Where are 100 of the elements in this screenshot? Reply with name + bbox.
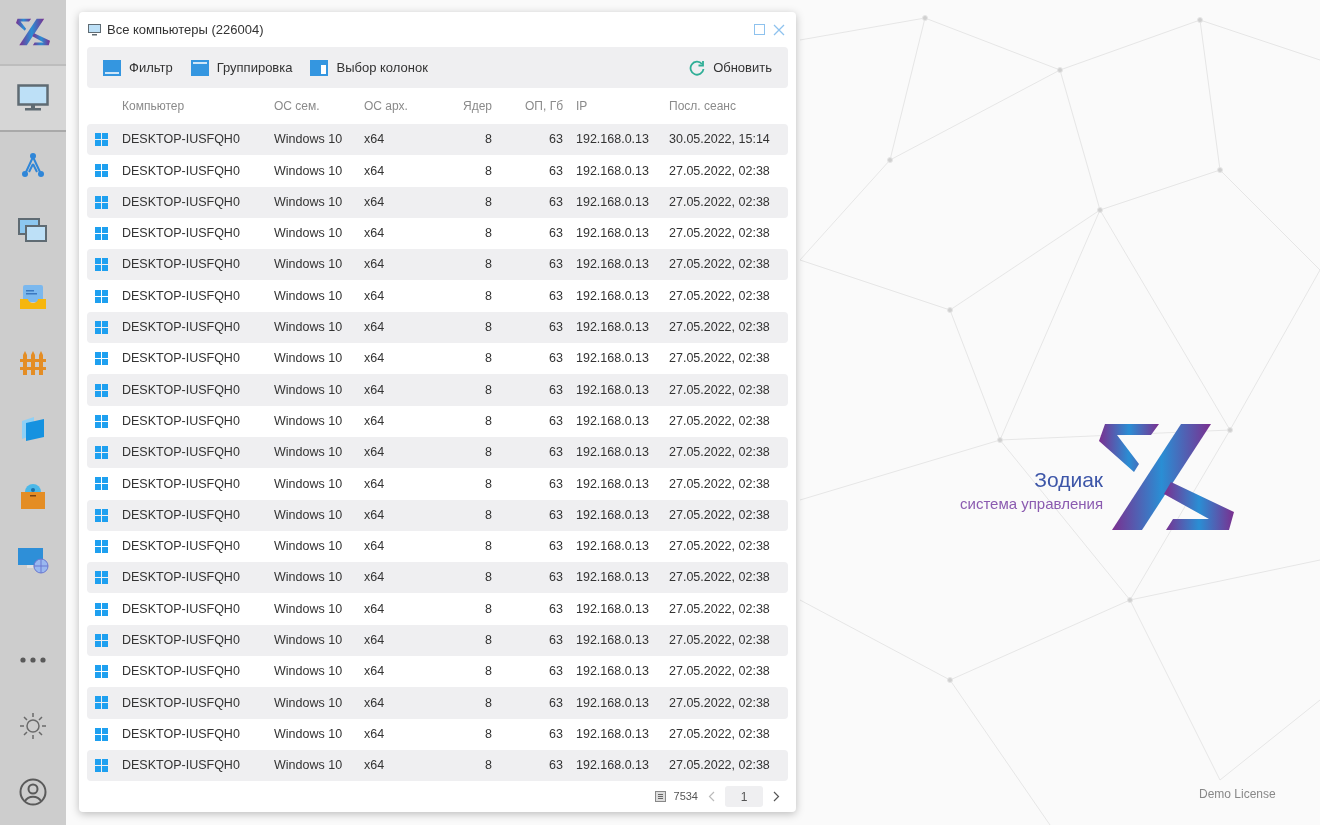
- table-cell-text: x64: [363, 725, 386, 743]
- table-cell-text: x64: [363, 225, 386, 243]
- toolbar-button[interactable]: Фильтр: [103, 57, 173, 78]
- column-header[interactable]: ОС арх.: [355, 97, 435, 115]
- windows-logo-icon: [94, 289, 108, 303]
- table-cell-text: 27.05.2022, 02:38: [668, 256, 771, 274]
- sidebar-item[interactable]: [0, 66, 66, 132]
- more-icon: [20, 657, 46, 663]
- column-header[interactable]: IP: [567, 97, 665, 115]
- table-cell-text: x64: [363, 350, 386, 368]
- column-header[interactable]: Ядер: [435, 97, 496, 115]
- previous-page-button[interactable]: [706, 791, 717, 803]
- table-row[interactable]: DESKTOP-IUSFQH0 Windows 10 x64 8 63 192.168.0.13 27.05.2022, 02:38: [87, 593, 788, 625]
- table-cell-text: 27.05.2022, 02:38: [668, 162, 771, 180]
- table-row[interactable]: DESKTOP-IUSFQH0 Windows 10 x64 8 63 192.168.0.13 27.05.2022, 02:38: [87, 436, 788, 469]
- table-cell-text: Windows 10: [273, 475, 344, 493]
- panel-icon: [103, 59, 121, 76]
- table-cell-text: 30.05.2022, 15:14: [668, 131, 771, 149]
- table-cell-text: 63: [548, 319, 564, 337]
- windows-logo-icon: [94, 133, 108, 147]
- table-cell-text: 192.168.0.13: [575, 694, 650, 712]
- table-cell-text: 8: [484, 569, 493, 587]
- table-row[interactable]: DESKTOP-IUSFQH0 Windows 10 x64 8 63 192.168.0.13 27.05.2022, 02:38: [87, 311, 788, 344]
- table-cell-text: DESKTOP-IUSFQH0: [121, 600, 241, 618]
- table-cell-text: DESKTOP-IUSFQH0: [121, 632, 241, 649]
- table-cell-text: DESKTOP-IUSFQH0: [121, 131, 241, 149]
- maximize-button[interactable]: [752, 22, 766, 37]
- table-cell-text: 8: [484, 287, 493, 305]
- table-cell-text: 192.168.0.13: [575, 600, 650, 618]
- app-logo: [16, 18, 50, 46]
- table-cell-text: 27.05.2022, 02:38: [668, 725, 771, 743]
- table-cell-text: 27.05.2022, 02:38: [668, 412, 771, 430]
- column-header[interactable]: Посл. сеанс: [665, 97, 788, 115]
- table-row[interactable]: DESKTOP-IUSFQH0 Windows 10 x64 8 63 192.168.0.13 27.05.2022, 02:38: [87, 186, 788, 218]
- table-row[interactable]: DESKTOP-IUSFQH0 Windows 10 x64 8 63 192.168.0.13 27.05.2022, 02:38: [87, 562, 788, 594]
- table-cell-text: 63: [548, 632, 564, 649]
- table-cell-text: 27.05.2022, 02:38: [668, 350, 771, 368]
- columns-icon: [310, 59, 329, 76]
- column-header[interactable]: Компьютер: [113, 97, 265, 115]
- table-cell-text: DESKTOP-IUSFQH0: [121, 381, 241, 399]
- table-row[interactable]: DESKTOP-IUSFQH0 Windows 10 x64 8 63 192.168.0.13 27.05.2022, 02:38: [87, 343, 788, 375]
- table-row[interactable]: DESKTOP-IUSFQH0 Windows 10 x64 8 63 192.168.0.13 27.05.2022, 02:38: [87, 405, 788, 437]
- refresh-button[interactable]: Обновить: [689, 57, 772, 78]
- table-cell-text: DESKTOP-IUSFQH0: [121, 694, 241, 712]
- toolbar-button[interactable]: Группировка: [190, 57, 293, 78]
- table-row[interactable]: DESKTOP-IUSFQH0 Windows 10 x64 8 63 192.168.0.13 27.05.2022, 02:38: [87, 468, 788, 500]
- table-cell-text: 27.05.2022, 02:38: [668, 287, 771, 305]
- page-field[interactable]: 1: [725, 786, 763, 808]
- table-cell-text: 63: [548, 725, 564, 743]
- table-cell-text: 63: [548, 287, 564, 305]
- table-cell-text: 27.05.2022, 02:38: [668, 538, 771, 556]
- toolbar-button[interactable]: Выбор колонок: [310, 57, 428, 78]
- table-row[interactable]: DESKTOP-IUSFQH0 Windows 10 x64 8 63 192.168.0.13 27.05.2022, 02:38: [87, 656, 788, 688]
- table-row[interactable]: DESKTOP-IUSFQH0 Windows 10 x64 8 63 192.168.0.13 27.05.2022, 02:38: [87, 499, 788, 531]
- table-cell-text: 8: [484, 757, 493, 775]
- license-label: Demo License: [1199, 786, 1276, 803]
- table-cell-text: 192.168.0.13: [575, 663, 650, 681]
- table-cell-text: 192.168.0.13: [575, 538, 650, 556]
- table-cell-text: Windows 10: [273, 381, 344, 399]
- table-row[interactable]: DESKTOP-IUSFQH0 Windows 10 x64 8 63 192.168.0.13 30.05.2022, 15:14: [87, 124, 788, 156]
- table-cell-text: DESKTOP-IUSFQH0: [121, 256, 241, 274]
- table-row[interactable]: DESKTOP-IUSFQH0 Windows 10 x64 8 63 192.168.0.13 27.05.2022, 02:38: [87, 624, 788, 657]
- next-page-button[interactable]: [771, 791, 782, 803]
- table-cell-text: 8: [484, 381, 493, 399]
- table-cell-text: 27.05.2022, 02:38: [668, 600, 771, 618]
- table-row[interactable]: DESKTOP-IUSFQH0 Windows 10 x64 8 63 192.168.0.13 27.05.2022, 02:38: [87, 155, 788, 187]
- table-cell-text: Windows 10: [273, 319, 344, 337]
- table-cell-text: 63: [548, 475, 564, 493]
- total-count: 7534: [673, 789, 698, 805]
- table-row[interactable]: DESKTOP-IUSFQH0 Windows 10 x64 8 63 192.168.0.13 27.05.2022, 02:38: [87, 687, 788, 719]
- table-cell-text: Windows 10: [273, 632, 344, 649]
- table-cell-text: Windows 10: [273, 538, 344, 556]
- table-cell-text: x64: [363, 663, 386, 681]
- table-cell-text: DESKTOP-IUSFQH0: [121, 193, 241, 211]
- table-row[interactable]: DESKTOP-IUSFQH0 Windows 10 x64 8 63 192.168.0.13 27.05.2022, 02:38: [87, 280, 788, 312]
- table-row[interactable]: DESKTOP-IUSFQH0 Windows 10 x64 8 63 192.168.0.13 27.05.2022, 02:38: [87, 249, 788, 281]
- table-row[interactable]: DESKTOP-IUSFQH0 Windows 10 x64 8 63 192.168.0.13 27.05.2022, 02:38: [87, 718, 788, 750]
- windows-logo-icon: [94, 414, 108, 428]
- table-row[interactable]: DESKTOP-IUSFQH0 Windows 10 x64 8 63 192.168.0.13 27.05.2022, 02:38: [87, 530, 788, 563]
- table-cell-text: Windows 10: [273, 663, 344, 681]
- table-cell-text: 8: [484, 694, 493, 712]
- table-cell-text: Windows 10: [273, 600, 344, 618]
- column-header[interactable]: ОП, Гб: [496, 97, 567, 115]
- table-cell-text: 63: [548, 663, 564, 681]
- column-header[interactable]: ОС сем.: [265, 97, 355, 115]
- windows-logo-icon: [94, 320, 108, 334]
- table-row[interactable]: DESKTOP-IUSFQH0 Windows 10 x64 8 63 192.168.0.13 27.05.2022, 02:38: [87, 374, 788, 406]
- table-cell-text: DESKTOP-IUSFQH0: [121, 444, 241, 462]
- refresh-icon: [689, 59, 706, 76]
- table-cell-text: x64: [363, 381, 386, 399]
- cubes-icon: [19, 415, 47, 443]
- table-row[interactable]: DESKTOP-IUSFQH0 Windows 10 x64 8 63 192.168.0.13 27.05.2022, 02:38: [87, 217, 788, 250]
- table-cell-text: 63: [548, 256, 564, 274]
- table-row[interactable]: DESKTOP-IUSFQH0 Windows 10 x64 8 63 192.168.0.13 27.05.2022, 02:38: [87, 749, 788, 782]
- windows-logo-icon: [94, 665, 108, 679]
- windows-logo-icon: [94, 258, 108, 272]
- table-cell-text: 192.168.0.13: [575, 569, 650, 587]
- close-button[interactable]: [772, 22, 786, 37]
- windows-logo-icon: [94, 477, 108, 491]
- table-cell-text: 192.168.0.13: [575, 632, 650, 649]
